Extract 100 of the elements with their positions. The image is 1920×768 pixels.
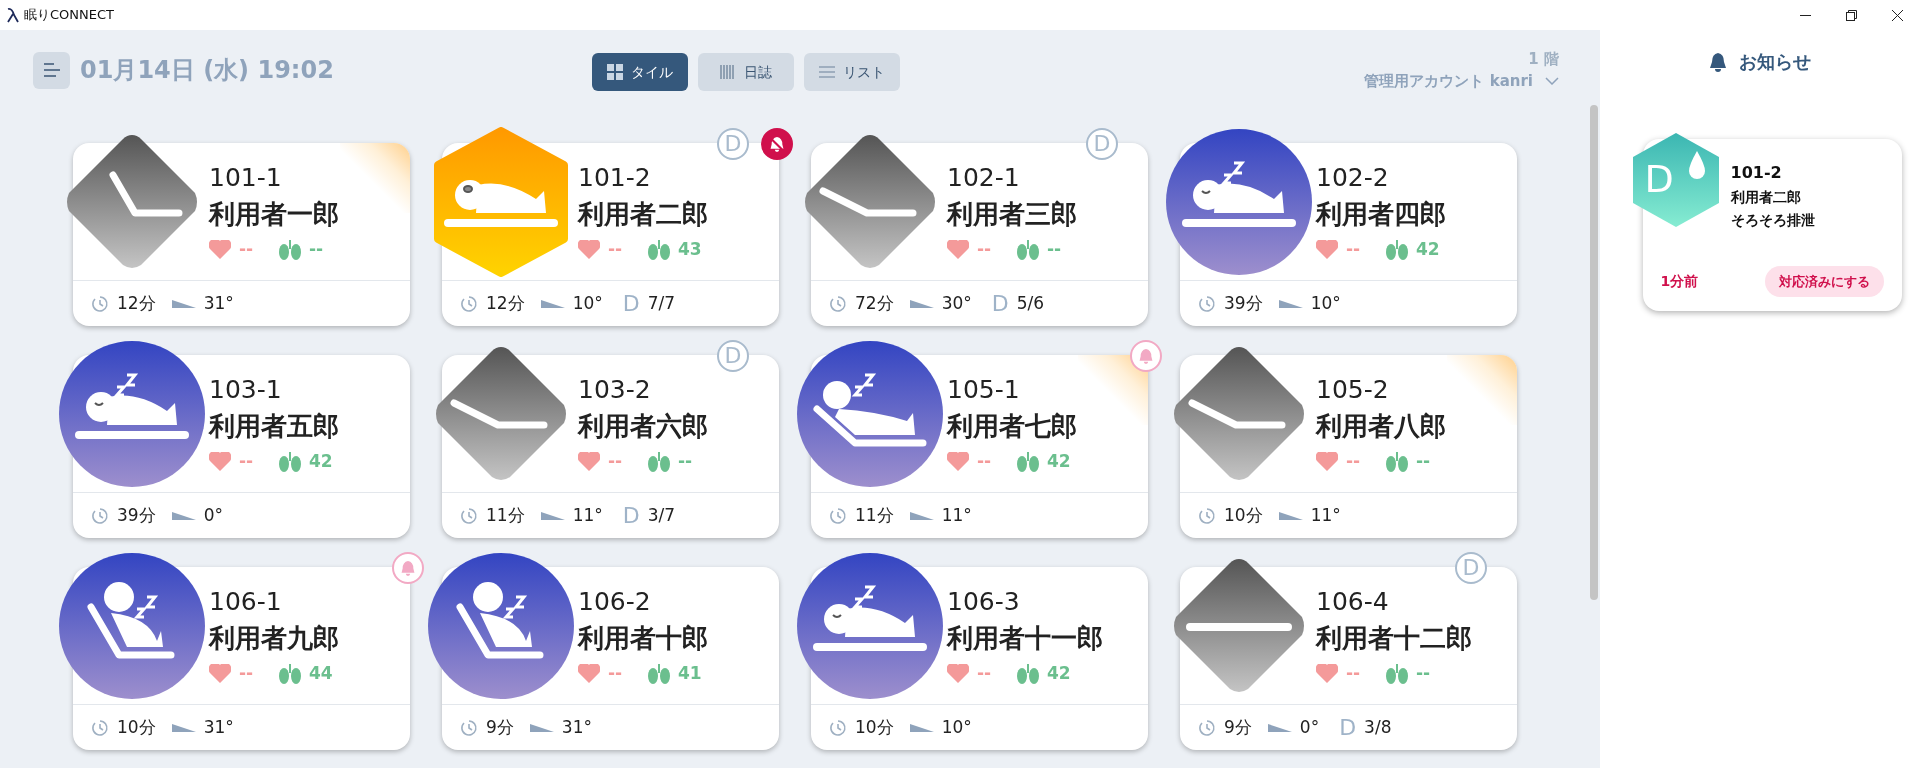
incline-icon: [909, 299, 934, 308]
room-number: 101-2: [578, 162, 652, 194]
resident-name: 利用者十一郎: [947, 622, 1104, 655]
window-title: 眠りCONNECT: [24, 6, 114, 25]
heart-icon: [209, 239, 231, 260]
clock-icon: [91, 506, 109, 525]
bed-angle: 10°: [1310, 291, 1341, 315]
clock-icon: [1198, 294, 1216, 313]
lungs-icon: [648, 451, 670, 472]
resolve-button[interactable]: 対応済みにする: [1764, 266, 1884, 297]
floor-label: 1 階: [1528, 48, 1559, 70]
clock-icon: [460, 506, 478, 525]
incline-icon: [1278, 299, 1303, 308]
elapsed-time: 39分: [1224, 291, 1263, 315]
restore-icon: [1845, 9, 1857, 21]
breath-rate: 42: [309, 450, 333, 473]
resident-card[interactable]: 102-2 利用者四郎 -- 42 39分 10°: [1164, 127, 1531, 326]
bed-angle: 11°: [941, 503, 972, 527]
room-number: 106-3: [947, 586, 1021, 618]
elapsed-time: 10分: [117, 715, 156, 739]
elapsed-time: 72分: [855, 291, 894, 315]
resident-card[interactable]: 106-3 利用者十一郎 -- 42 10分 10°: [795, 551, 1162, 750]
lungs-icon: [648, 239, 670, 260]
elapsed-time: 9分: [1224, 715, 1252, 739]
breath-rate: --: [1047, 238, 1062, 261]
breath-rate: 41: [678, 662, 702, 685]
resident-card[interactable]: 103-2 利用者六郎 -- -- 11分 11° D 3/7 D: [426, 339, 793, 538]
view-tab[interactable]: 日誌: [698, 53, 794, 91]
incline-icon: [540, 511, 565, 520]
heart-rate: --: [608, 450, 624, 473]
resident-name: 利用者七郎: [947, 410, 1078, 443]
resident-name: 利用者二郎: [578, 198, 709, 231]
resident-name: 利用者三郎: [947, 198, 1078, 231]
resident-name: 利用者四郎: [1316, 198, 1447, 231]
elapsed-time: 12分: [486, 291, 525, 315]
view-tab[interactable]: タイル: [592, 53, 688, 91]
heart-icon: [578, 239, 600, 260]
notification-message: そろそろ排泄: [1730, 211, 1816, 230]
resident-name: 利用者一郎: [209, 198, 340, 231]
heart-icon: [1316, 239, 1338, 260]
chevron-down-icon: [1545, 77, 1559, 86]
room-number: 105-1: [947, 374, 1021, 406]
excretion-mark: D: [991, 290, 1009, 318]
resident-card[interactable]: 106-4 利用者十二郎 -- -- 9分 0° D 3/8 D: [1164, 551, 1531, 750]
room-number: 101-1: [209, 162, 283, 194]
heart-icon: [947, 663, 969, 684]
clock-icon: [829, 294, 847, 313]
incline-icon: [529, 723, 554, 732]
incline-icon: [540, 299, 565, 308]
heart-icon: [1316, 451, 1338, 472]
menu-button[interactable]: [33, 51, 70, 89]
incline-icon: [1278, 511, 1303, 520]
bell-icon: [1709, 51, 1727, 72]
elapsed-time: 10分: [855, 715, 894, 739]
lungs-icon: [648, 663, 670, 684]
resident-card[interactable]: 102-1 利用者三郎 -- -- 72分 30° D 5/6 D: [795, 127, 1162, 326]
excretion-count: 3/8: [1364, 715, 1392, 739]
heart-icon: [209, 451, 231, 472]
list-icon: [819, 66, 835, 78]
resident-name: 利用者五郎: [209, 410, 340, 443]
excretion-alert-icon: [1630, 131, 1721, 229]
notification-time: 1分前: [1660, 272, 1699, 291]
minimize-icon: [1799, 14, 1811, 16]
lungs-icon: [279, 239, 301, 260]
elapsed-time: 11分: [855, 503, 894, 527]
heart-icon: [947, 451, 969, 472]
lungs-icon: [279, 663, 301, 684]
heart-rate: --: [239, 450, 255, 473]
breath-rate: 44: [309, 662, 333, 685]
bed-angle: 31°: [203, 291, 234, 315]
resident-card[interactable]: 101-1 利用者一郎 -- -- 12分 31°: [57, 127, 424, 326]
excretion-badge: D: [717, 340, 749, 372]
breath-rate: --: [309, 238, 324, 261]
resident-card[interactable]: 106-2 利用者十郎 -- 41 9分 31°: [426, 551, 793, 750]
room-number: 106-1: [209, 586, 283, 618]
lungs-icon: [279, 451, 301, 472]
resident-card[interactable]: 103-1 利用者五郎 -- 42 39分 0°: [57, 339, 424, 538]
bed-angle: 10°: [941, 715, 972, 739]
resident-card[interactable]: 105-1 利用者七郎 -- 42 11分 11°: [795, 339, 1162, 538]
clock-icon: [829, 718, 847, 737]
view-tab[interactable]: リスト: [804, 53, 900, 91]
scrollbar[interactable]: [1590, 105, 1598, 600]
room-number: 103-2: [578, 374, 652, 406]
resident-card[interactable]: 106-1 利用者九郎 -- 44 10分 31°: [57, 551, 424, 750]
panel-title: お知らせ: [1739, 50, 1811, 74]
menu-icon: [43, 63, 60, 77]
clock-icon: [460, 294, 478, 313]
resident-name: 利用者九郎: [209, 622, 340, 655]
incline-icon: [909, 723, 934, 732]
resident-card[interactable]: 101-2 利用者二郎 -- 43 12分 10° D 7/7 D: [426, 127, 793, 326]
bell-off-icon: [770, 136, 784, 152]
heart-icon: [578, 451, 600, 472]
excretion-badge: D: [1086, 128, 1118, 160]
excretion-mark: D: [622, 290, 640, 318]
excretion-count: 3/7: [647, 503, 676, 527]
resident-card[interactable]: 105-2 利用者八郎 -- -- 10分 11°: [1164, 339, 1531, 538]
bell-badge[interactable]: [761, 128, 793, 160]
room-number: 102-2: [1316, 162, 1390, 194]
elapsed-time: 9分: [486, 715, 514, 739]
elapsed-time: 11分: [486, 503, 525, 527]
